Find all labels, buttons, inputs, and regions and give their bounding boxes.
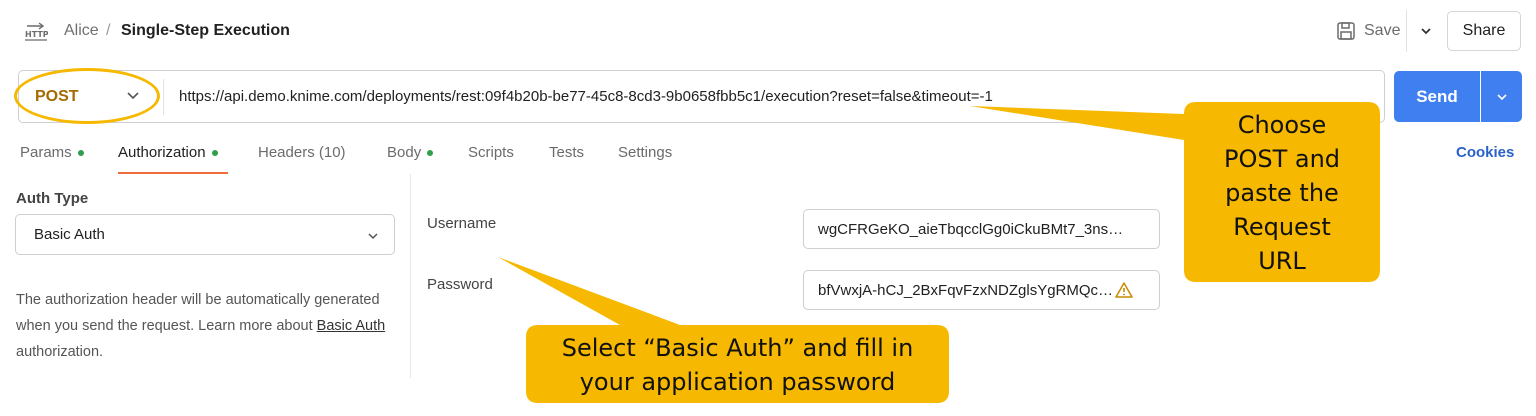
save-label: Save (1364, 22, 1401, 39)
breadcrumb-owner[interactable]: Alice (64, 22, 99, 40)
http-icon: HTTP (25, 22, 48, 41)
save-button[interactable]: Save (1330, 14, 1406, 48)
auth-description-suffix: authorization. (16, 344, 104, 360)
send-button[interactable]: Send (1394, 71, 1480, 122)
save-icon (1337, 22, 1355, 40)
tab-authorization[interactable]: Authorization (118, 144, 218, 161)
tab-headers[interactable]: Headers (10) (258, 144, 346, 161)
chevron-down-icon (1421, 28, 1431, 35)
tab-tests[interactable]: Tests (549, 144, 584, 161)
url-callout-text: Choose POST and paste the Request URL (1190, 108, 1374, 278)
callout-line: Choose (1237, 111, 1327, 139)
chevron-down-icon (127, 92, 139, 100)
tab-label: Headers (10) (258, 144, 346, 161)
svg-text:HTTP: HTTP (25, 30, 48, 39)
auth-description: The authorization header will be automat… (16, 287, 396, 365)
chevron-down-icon (1496, 93, 1507, 100)
tab-label: Params (20, 144, 72, 161)
username-value: wgCFRGeKO_aieTbqcclGg0iCkuBMt7_3ns6(… (818, 220, 1128, 238)
tab-label: Authorization (118, 144, 206, 161)
share-button[interactable]: Share (1447, 11, 1521, 51)
callout-line: paste the (1225, 179, 1339, 207)
warning-icon (1115, 282, 1133, 298)
password-label: Password (427, 276, 493, 293)
callout-line: Request (1233, 213, 1331, 241)
tab-params[interactable]: Params (20, 144, 84, 161)
auth-callout-text: Select “Basic Auth” and fill in your app… (530, 331, 945, 399)
tab-label: Settings (618, 144, 673, 161)
method-select[interactable]: POST (19, 71, 163, 122)
tab-label: Tests (549, 144, 585, 161)
callout-line: URL (1258, 247, 1306, 275)
tab-settings[interactable]: Settings (618, 144, 672, 161)
save-options-button[interactable] (1410, 14, 1442, 48)
tab-body[interactable]: Body (387, 144, 434, 161)
tab-scripts[interactable]: Scripts (468, 144, 514, 161)
cookies-link[interactable]: Cookies (1456, 144, 1514, 161)
callout-line: Select “Basic Auth” and fill in (561, 334, 914, 362)
auth-type-label: Auth Type (16, 190, 89, 207)
save-divider (1406, 10, 1407, 52)
tab-label: Body (387, 144, 422, 161)
url-input[interactable]: https://api.demo.knime.com/deployments/r… (179, 88, 993, 105)
method-divider (163, 79, 164, 115)
request-title[interactable]: Single-Step Execution (121, 22, 290, 40)
status-dot (77, 149, 84, 156)
callout-line: POST and (1223, 145, 1341, 173)
send-options-button[interactable] (1481, 71, 1522, 122)
password-field[interactable]: bfVwxjA-hCJ_2BxFqvFzxNDZglsYgRMQc… (803, 270, 1160, 310)
username-field[interactable]: wgCFRGeKO_aieTbqcclGg0iCkuBMt7_3ns6(… (803, 209, 1160, 249)
username-label: Username (427, 215, 497, 232)
chevron-down-icon (368, 233, 378, 240)
method-value: POST (35, 87, 79, 105)
breadcrumb-separator: / (106, 22, 111, 39)
header-bar: HTTP Alice / Single-Step Execution Save … (0, 0, 1536, 62)
pane-divider (410, 174, 411, 378)
callout-line: your application password (579, 368, 896, 396)
auth-type-value: Basic Auth (34, 226, 105, 243)
password-value: bfVwxjA-hCJ_2BxFqvFzxNDZglsYgRMQc… (818, 281, 1114, 299)
status-dot (427, 149, 434, 156)
tab-label: Scripts (468, 144, 514, 161)
active-tab-indicator (118, 172, 228, 174)
request-url-bar: POST https://api.demo.knime.com/deployme… (18, 70, 1385, 123)
basic-auth-link[interactable]: Basic Auth (317, 318, 386, 334)
auth-type-select[interactable]: Basic Auth (15, 214, 395, 255)
status-dot (211, 149, 218, 156)
